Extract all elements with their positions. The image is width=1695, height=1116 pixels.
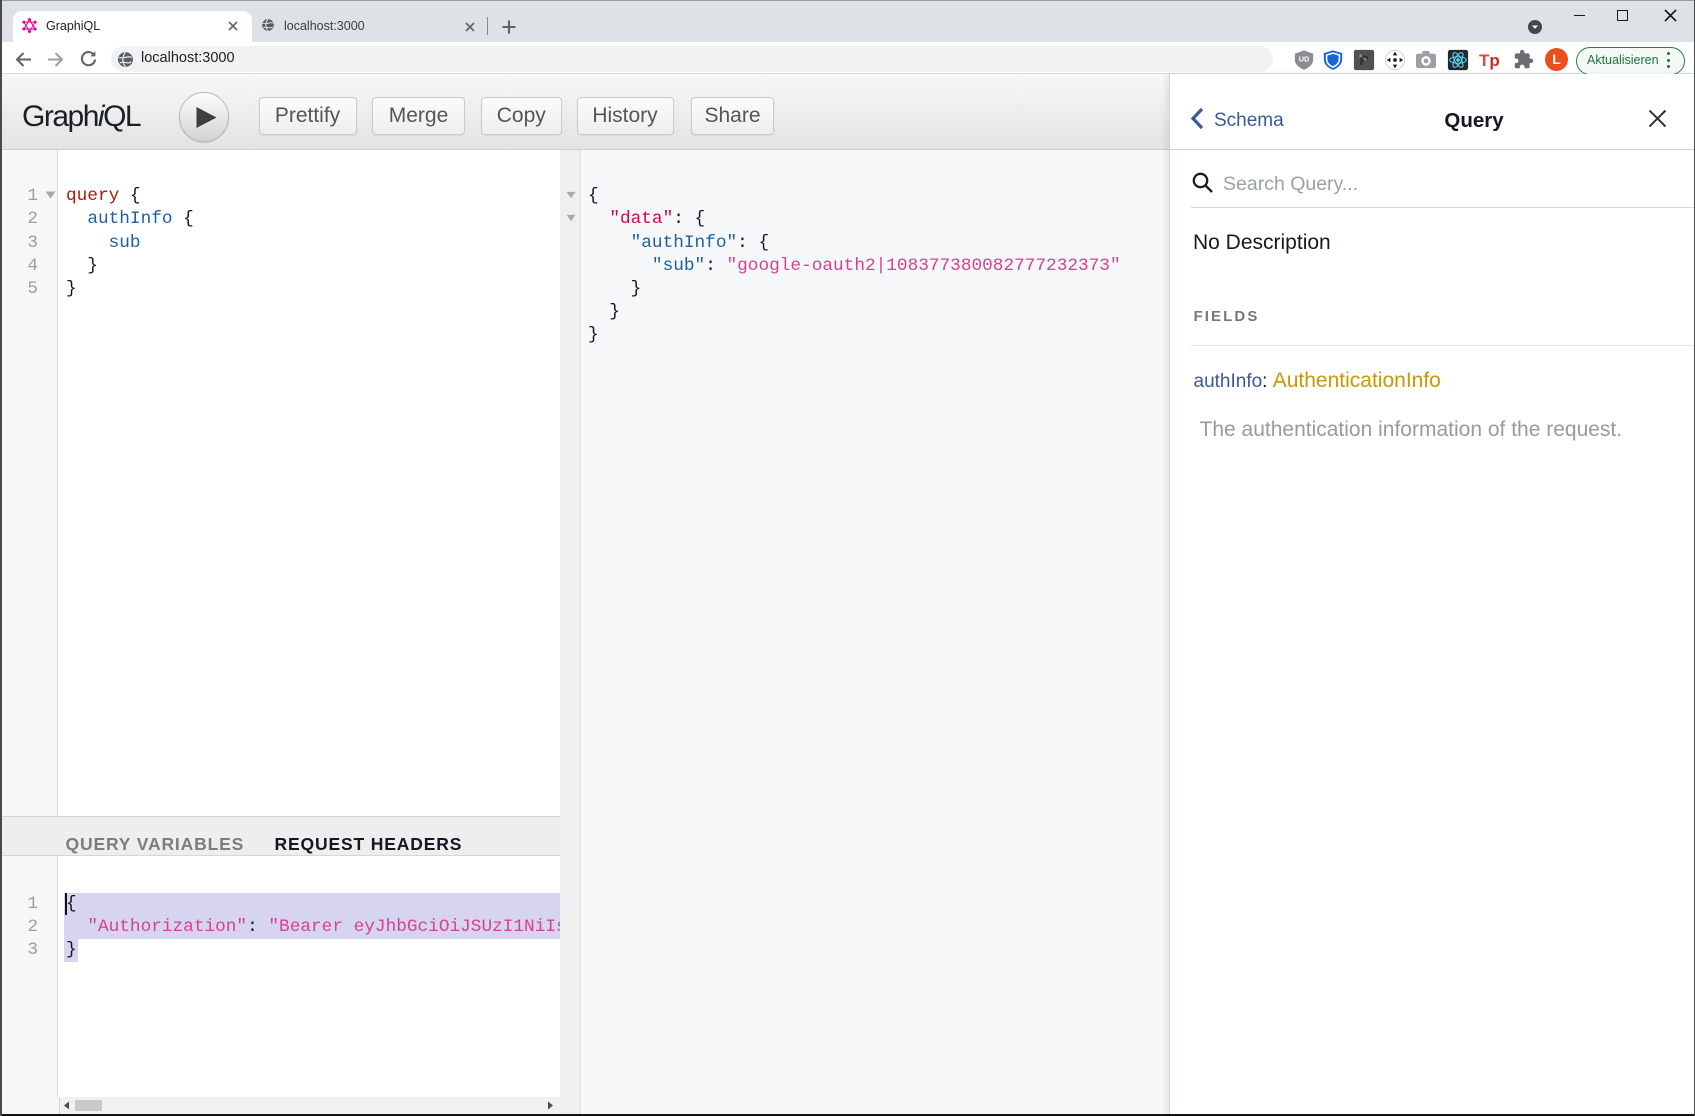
svg-text:UD: UD xyxy=(1299,54,1310,63)
